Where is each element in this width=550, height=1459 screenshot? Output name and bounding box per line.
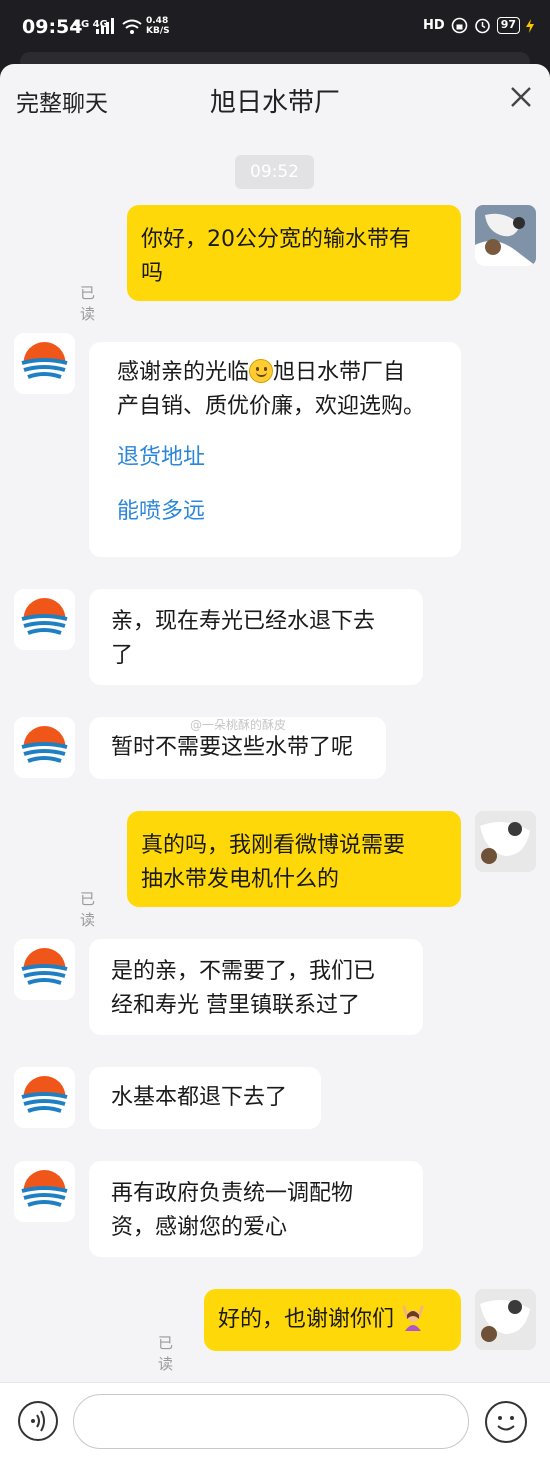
chat-sheet: 完整聊天 旭日水带厂 09:52 你好，20公分宽的输水带有 吗 已读 感谢亲的…	[0, 64, 550, 1459]
my-avatar[interactable]	[475, 205, 536, 266]
message-text-line: 是的亲，不需要了，我们已	[111, 959, 376, 984]
shop-avatar[interactable]	[14, 717, 75, 778]
shop-avatar[interactable]	[14, 589, 75, 650]
return-address-link[interactable]: 退货地址	[117, 441, 433, 475]
read-receipt: 已读	[80, 890, 96, 929]
shop-avatar[interactable]	[14, 939, 75, 1000]
cat-photo	[475, 205, 536, 266]
shop-avatar[interactable]	[14, 333, 75, 394]
my-avatar[interactable]	[475, 811, 536, 872]
message-text-line: 感谢亲的光临 旭日水带厂自	[117, 356, 433, 390]
voice-button[interactable]	[18, 1401, 58, 1441]
shop-avatar[interactable]	[14, 1161, 75, 1222]
my-avatar[interactable]	[475, 1289, 536, 1350]
message-text-line: 暂时不需要这些水带了呢	[111, 735, 354, 760]
message-text-line: 资，感谢您的爱心	[111, 1215, 288, 1240]
speed-value: 0.48	[146, 16, 169, 26]
message-text: 感谢亲的光临	[117, 360, 250, 385]
message-text: 旭日水带厂自	[273, 360, 406, 385]
cat-photo	[475, 811, 536, 872]
message-bubble[interactable]: 真的吗，我刚看微博说需要 抽水带发电机什么的	[127, 811, 461, 907]
shop-logo	[21, 1076, 68, 1119]
read-receipt: 已读	[158, 1334, 174, 1373]
emoji-button[interactable]	[485, 1401, 527, 1443]
woman-raising-hands-emoji-icon	[402, 1305, 424, 1331]
message-bubble[interactable]: 你好，20公分宽的输水带有 吗	[127, 205, 461, 301]
chat-header: 完整聊天 旭日水带厂	[0, 64, 550, 134]
message-text-line: 再有政府负责统一调配物	[111, 1181, 354, 1206]
message-text-line: 水基本都退下去了	[111, 1085, 288, 1110]
cat-photo	[475, 1289, 536, 1350]
message-text-line: 了	[111, 643, 134, 668]
voice-icon	[31, 1410, 45, 1432]
message-text-line: 你好，20公分宽的输水带有	[141, 227, 411, 252]
message-text-line: 抽水带发电机什么的	[141, 867, 340, 892]
message-timestamp: 09:52	[235, 155, 314, 189]
shop-logo	[21, 948, 68, 991]
watermark: @一朵桃酥的酥皮	[190, 718, 287, 732]
shop-logo	[21, 1170, 68, 1213]
message-bubble[interactable]: 亲，现在寿光已经水退下去 了	[89, 589, 423, 685]
spray-distance-link[interactable]: 能喷多远	[117, 495, 433, 529]
status-right: HD 97	[423, 17, 534, 34]
shop-logo	[21, 598, 68, 641]
wifi-icon	[122, 19, 142, 34]
signal-icon	[96, 18, 114, 34]
alarm-icon	[474, 18, 490, 34]
hd-label: HD	[423, 18, 445, 33]
message-text-line: 真的吗，我刚看微博说需要	[141, 833, 406, 858]
message-bubble[interactable]: 感谢亲的光临 旭日水带厂自 产自销、质优价廉，欢迎选购。 退货地址 能喷多远	[89, 342, 461, 557]
shop-title: 旭日水带厂	[209, 88, 340, 118]
message-text: 好的，也谢谢你们	[218, 1307, 395, 1332]
message-text-line: 亲，现在寿光已经水退下去	[111, 609, 376, 634]
message-bubble[interactable]: 好的，也谢谢你们	[204, 1289, 461, 1351]
close-icon[interactable]	[508, 84, 534, 110]
network-speed: 0.48 KB/S	[146, 16, 170, 36]
read-receipt: 已读	[80, 284, 96, 323]
status-bar: 09:54 4G 4G 0.48 KB/S HD 97	[0, 0, 550, 72]
battery-level: 97	[496, 17, 520, 34]
shop-avatar[interactable]	[14, 1067, 75, 1128]
message-input[interactable]	[73, 1394, 469, 1449]
shop-logo	[21, 342, 68, 385]
message-text-line: 经和寿光 营里镇联系过了	[111, 993, 360, 1018]
input-bar	[0, 1382, 550, 1459]
charging-icon	[526, 18, 534, 33]
message-bubble[interactable]: 水基本都退下去了	[89, 1067, 321, 1129]
lock-rotation-icon	[451, 17, 467, 34]
message-bubble[interactable]: 再有政府负责统一调配物 资，感谢您的爱心	[89, 1161, 423, 1257]
message-text-line: 吗	[141, 261, 164, 286]
speed-unit: KB/S	[146, 26, 170, 36]
smile-emoji-icon	[249, 359, 274, 383]
shop-logo	[21, 726, 68, 769]
emoji-icon	[497, 1416, 515, 1431]
message-bubble[interactable]: 是的亲，不需要了，我们已 经和寿光 营里镇联系过了	[89, 939, 423, 1035]
message-text-line: 产自销、质优价廉，欢迎选购。	[117, 394, 426, 419]
